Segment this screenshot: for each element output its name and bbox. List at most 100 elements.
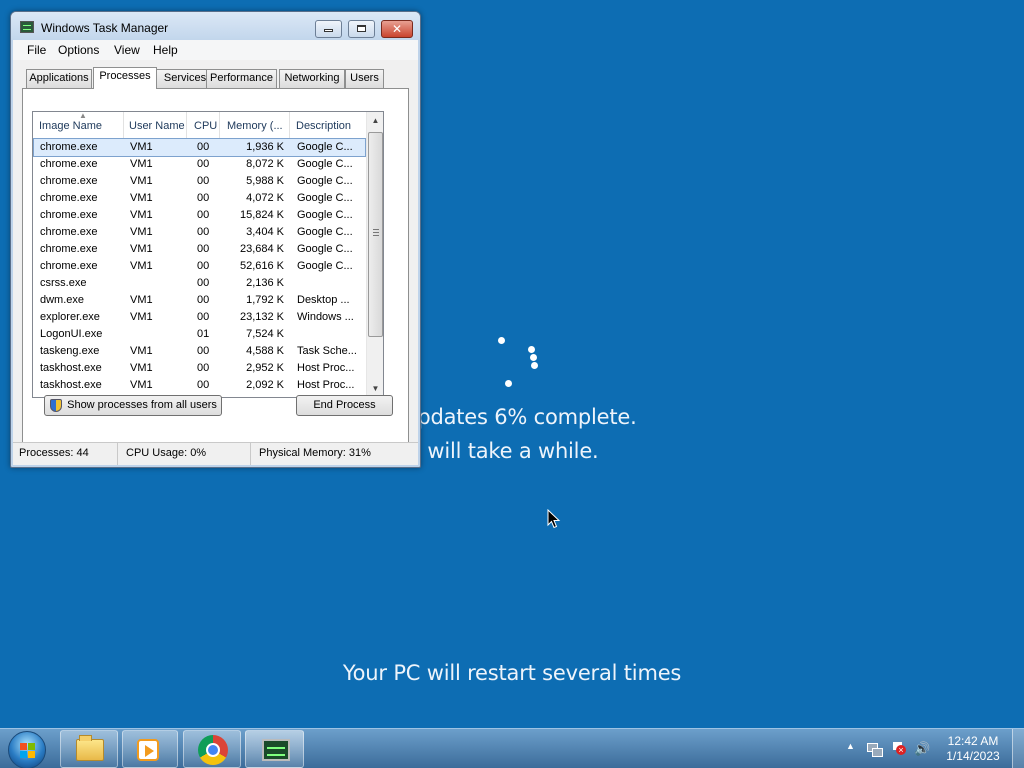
cell-memory: 7,524 K: [246, 328, 284, 340]
cell-user: VM1: [130, 379, 153, 391]
column-user-name[interactable]: User Name: [124, 112, 187, 139]
process-list[interactable]: ▲ Image Name User Name CPU Memory (... D…: [32, 111, 384, 398]
title-bar[interactable]: Windows Task Manager ✕: [11, 12, 420, 40]
column-memory-label: Memory (...: [227, 120, 283, 132]
scrollbar-thumb[interactable]: [368, 132, 383, 337]
network-icon[interactable]: [866, 741, 883, 757]
cell-cpu: 00: [197, 311, 210, 323]
cell-description: Google C...: [297, 141, 353, 153]
cell-name: taskeng.exe: [40, 345, 100, 357]
cell-description: Google C...: [297, 158, 353, 170]
cell-memory: 2,952 K: [246, 362, 284, 374]
end-process-button[interactable]: End Process: [296, 395, 393, 416]
show-all-processes-button[interactable]: Show processes from all users: [44, 395, 222, 416]
table-row[interactable]: chrome.exe VM1 00 8,072 K Google C...: [34, 156, 365, 173]
table-row[interactable]: chrome.exe VM1 00 23,684 K Google C...: [34, 241, 365, 258]
cell-cpu: 00: [197, 192, 210, 204]
show-all-processes-label: Show processes from all users: [67, 399, 217, 411]
maximize-icon: [357, 25, 366, 32]
table-row[interactable]: LogonUI.exe 01 7,524 K: [34, 326, 365, 343]
mouse-cursor-icon: [547, 509, 561, 529]
menu-options[interactable]: Options: [58, 43, 99, 57]
cell-name: chrome.exe: [40, 192, 98, 204]
tab-performance[interactable]: Performance: [206, 69, 277, 88]
cell-name: explorer.exe: [40, 311, 100, 323]
cell-cpu: 00: [197, 141, 210, 153]
cell-description: Desktop ...: [297, 294, 350, 306]
table-row[interactable]: taskhost.exe VM1 00 2,092 K Host Proc...: [34, 377, 365, 394]
clock[interactable]: 12:42 AM 1/14/2023: [938, 734, 1008, 764]
cell-memory: 15,824 K: [239, 209, 284, 221]
task-manager-icon: [20, 21, 34, 33]
cell-name: csrss.exe: [40, 277, 87, 289]
table-row[interactable]: csrss.exe 00 2,136 K: [34, 275, 365, 292]
cell-memory: 1,792 K: [246, 294, 284, 306]
maximize-button[interactable]: [348, 20, 375, 38]
cell-cpu: 00: [197, 226, 210, 238]
show-hidden-icons-icon[interactable]: ▲: [846, 741, 855, 751]
table-row[interactable]: chrome.exe VM1 00 5,988 K Google C...: [34, 173, 365, 190]
menu-help[interactable]: Help: [153, 43, 178, 57]
status-cpu-usage: CPU Usage: 0%: [120, 443, 251, 465]
table-row[interactable]: explorer.exe VM1 00 23,132 K Windows ...: [34, 309, 365, 326]
scroll-up-icon[interactable]: ▲: [367, 112, 383, 129]
start-button[interactable]: [8, 731, 46, 768]
cell-cpu: 01: [197, 328, 210, 340]
table-row[interactable]: chrome.exe VM1 00 1,936 K Google C...: [33, 138, 366, 157]
cell-description: Windows ...: [297, 311, 354, 323]
minimize-icon: [324, 29, 333, 32]
menu-view[interactable]: View: [114, 43, 140, 57]
column-image-name-label: Image Name: [39, 120, 102, 132]
taskbar-media-player-button[interactable]: [122, 730, 178, 768]
column-cpu[interactable]: CPU: [187, 112, 220, 139]
cell-description: Google C...: [297, 226, 353, 238]
cell-name: LogonUI.exe: [40, 328, 103, 340]
cell-name: chrome.exe: [40, 243, 98, 255]
cell-user: VM1: [130, 243, 153, 255]
cell-user: VM1: [130, 141, 153, 153]
column-memory[interactable]: Memory (...: [220, 112, 290, 139]
table-row[interactable]: taskeng.exe VM1 00 4,588 K Task Sche...: [34, 343, 365, 360]
table-row[interactable]: chrome.exe VM1 00 3,404 K Google C...: [34, 224, 365, 241]
task-manager-window[interactable]: Windows Task Manager ✕ File Options View…: [10, 11, 421, 468]
cell-description: Google C...: [297, 175, 353, 187]
table-row[interactable]: taskhost.exe VM1 00 2,952 K Host Proc...: [34, 360, 365, 377]
tab-processes[interactable]: Processes: [93, 67, 157, 89]
cell-name: chrome.exe: [40, 226, 98, 238]
cell-name: taskhost.exe: [40, 379, 102, 391]
close-button[interactable]: ✕: [381, 20, 413, 38]
taskbar-chrome-button[interactable]: [183, 730, 241, 768]
cell-description: Google C...: [297, 260, 353, 272]
table-row[interactable]: chrome.exe VM1 00 15,824 K Google C...: [34, 207, 365, 224]
cell-description: Host Proc...: [297, 362, 355, 374]
taskbar: ▲ 🔊 12:42 AM 1/14/2023: [0, 728, 1024, 768]
cell-memory: 8,072 K: [246, 158, 284, 170]
tab-networking[interactable]: Networking: [279, 69, 345, 88]
chrome-icon: [198, 735, 228, 765]
grip-icon: [373, 229, 379, 236]
cell-cpu: 00: [197, 379, 210, 391]
tab-users[interactable]: Users: [345, 69, 384, 88]
volume-icon[interactable]: 🔊: [914, 741, 930, 757]
vertical-scrollbar[interactable]: ▲ ▼: [366, 112, 383, 397]
table-row[interactable]: chrome.exe VM1 00 4,072 K Google C...: [34, 190, 365, 207]
window-body: File Options View Help Applications Proc…: [13, 40, 418, 465]
action-center-icon[interactable]: [890, 741, 906, 757]
clock-date: 1/14/2023: [946, 749, 1000, 763]
tab-applications[interactable]: Applications: [26, 69, 92, 88]
cell-user: VM1: [130, 209, 153, 221]
status-processes: Processes: 44: [13, 443, 118, 465]
cell-description: Host Proc...: [297, 379, 355, 391]
cell-name: chrome.exe: [40, 175, 98, 187]
cell-memory: 52,616 K: [239, 260, 284, 272]
table-row[interactable]: dwm.exe VM1 00 1,792 K Desktop ...: [34, 292, 365, 309]
taskbar-task-manager-button[interactable]: [245, 730, 304, 768]
column-image-name[interactable]: ▲ Image Name: [33, 112, 124, 139]
cell-cpu: 00: [197, 158, 210, 170]
minimize-button[interactable]: [315, 20, 342, 38]
taskbar-explorer-button[interactable]: [60, 730, 118, 768]
show-desktop-button[interactable]: [1012, 729, 1024, 768]
column-description[interactable]: Description: [290, 112, 366, 139]
menu-file[interactable]: File: [27, 43, 46, 57]
table-row[interactable]: chrome.exe VM1 00 52,616 K Google C...: [34, 258, 365, 275]
